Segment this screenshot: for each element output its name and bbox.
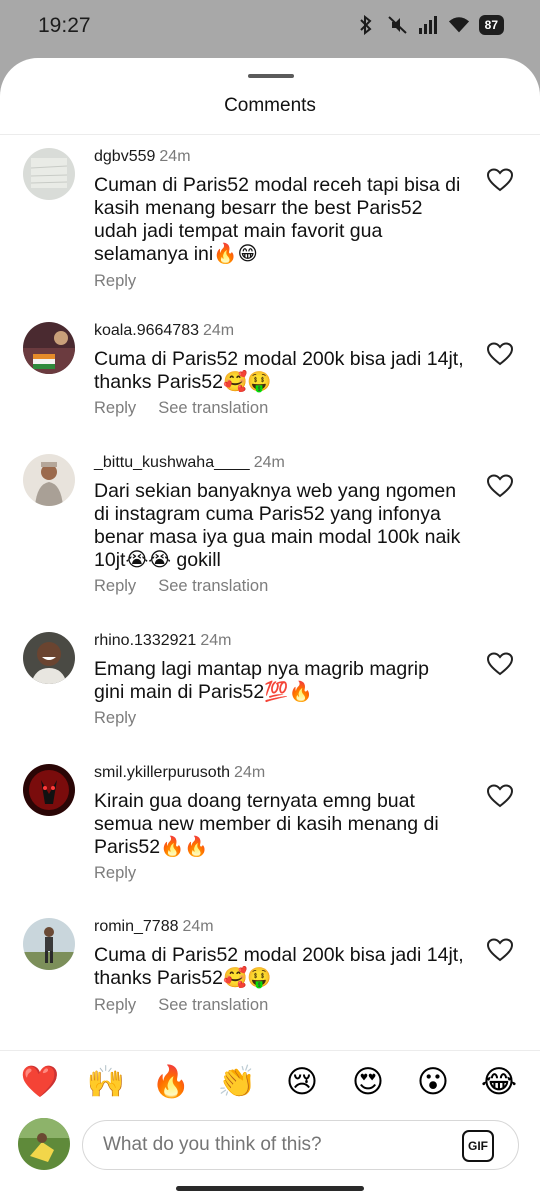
reaction-sad-emoji[interactable]: 😢 — [281, 1060, 323, 1104]
battery-icon: 87 — [478, 15, 504, 35]
avatar[interactable] — [23, 918, 75, 970]
comment-actions: Reply — [94, 272, 158, 291]
comment-actions: Reply See translation — [94, 577, 290, 596]
reaction-fire-emoji[interactable]: 🔥 — [150, 1060, 192, 1104]
comments-sheet: Comments dgbv559 24m Cuman di Paris52 mod… — [0, 58, 540, 1200]
comment-actions: Reply See translation — [94, 399, 290, 418]
screen: 19:27 87 Comments dgbv559 24m Cuman di P… — [0, 0, 540, 1200]
comment-username[interactable]: dgbv559 — [94, 148, 155, 165]
mute-icon — [386, 13, 408, 37]
reaction-surprised-emoji[interactable]: 😮 — [412, 1060, 454, 1104]
status-icons: 87 — [355, 13, 504, 37]
comment-username[interactable]: koala.9664783 — [94, 322, 199, 339]
sheet-title: Comments — [224, 95, 316, 116]
home-indicator[interactable] — [176, 1186, 364, 1191]
comment-header: koala.9664783 24m — [94, 322, 234, 340]
reply-button[interactable]: Reply — [94, 577, 136, 595]
reaction-heart-eyes-emoji[interactable]: 😍 — [347, 1060, 389, 1104]
comment-actions: Reply — [94, 864, 158, 883]
reaction-laughing-emoji[interactable]: 😂 — [478, 1060, 520, 1104]
status-time: 19:27 — [38, 14, 91, 37]
like-heart-icon[interactable] — [487, 784, 513, 808]
avatar[interactable] — [23, 148, 75, 200]
reply-button[interactable]: Reply — [94, 996, 136, 1014]
reply-button[interactable]: Reply — [94, 399, 136, 417]
comment-text: Kirain gua doang ternyata emng buat semu… — [94, 790, 439, 858]
comment-header: smil.ykillerpurusoth 24m — [94, 764, 265, 782]
see-translation-button[interactable]: See translation — [158, 577, 268, 595]
comment-time: 24m — [182, 918, 214, 935]
avatar[interactable] — [23, 322, 75, 374]
comment-username[interactable]: rhino.1332921 — [94, 632, 196, 649]
wifi-icon — [448, 13, 470, 37]
comment-time: 24m — [200, 632, 232, 649]
comment-time: 24m — [202, 322, 235, 339]
comment-actions: Reply See translation — [94, 996, 290, 1015]
avatar[interactable] — [23, 632, 75, 684]
like-heart-icon[interactable] — [487, 342, 513, 366]
reaction-clap-emoji[interactable]: 👏 — [216, 1060, 258, 1104]
comment-username[interactable]: romin_7788 — [94, 918, 179, 935]
bluetooth-icon — [355, 13, 377, 37]
reaction-raised-hands-emoji[interactable]: 🙌 — [85, 1060, 127, 1104]
comment-header: romin_7788 24m — [94, 918, 214, 936]
comment-text: Cuman di Paris52 modal receh tapi bisa d… — [94, 174, 461, 265]
comment-time: 24m — [234, 764, 266, 781]
comment-text: Dari sekian banyaknya web yang ngomen di… — [94, 480, 461, 571]
comment-actions: Reply — [94, 709, 158, 728]
divider — [0, 1050, 540, 1051]
like-heart-icon[interactable] — [487, 938, 513, 962]
like-heart-icon[interactable] — [487, 168, 513, 192]
comment-input[interactable] — [103, 1134, 443, 1156]
see-translation-button[interactable]: See translation — [158, 996, 268, 1014]
reply-button[interactable]: Reply — [94, 864, 136, 882]
comment-username[interactable]: smil.ykillerpurusoth — [94, 764, 230, 781]
divider — [0, 134, 540, 135]
comment-text: Emang lagi mantap nya magrib magrip gini… — [94, 658, 429, 703]
comment-header: _bittu_kushwaha____ 24m — [94, 454, 285, 472]
quick-reactions-bar: ❤️ 🙌 🔥 👏 😢 😍 😮 😂 — [0, 1060, 540, 1106]
comment-input-field[interactable]: GIF — [82, 1120, 519, 1170]
drag-handle[interactable] — [248, 74, 294, 78]
comment-time: 24m — [159, 148, 191, 165]
comment-header: dgbv559 24m — [94, 148, 191, 166]
reaction-heart-emoji[interactable]: ❤️ — [19, 1060, 61, 1104]
reply-button[interactable]: Reply — [94, 709, 136, 727]
current-user-avatar — [18, 1118, 70, 1170]
comment-username[interactable]: _bittu_kushwaha____ — [94, 454, 250, 471]
like-heart-icon[interactable] — [487, 652, 513, 676]
status-bar: 19:27 87 — [0, 0, 540, 56]
comment-header: rhino.1332921 24m — [94, 632, 231, 650]
like-heart-icon[interactable] — [487, 474, 513, 498]
see-translation-button[interactable]: See translation — [158, 399, 268, 417]
avatar[interactable] — [23, 454, 75, 506]
reply-button[interactable]: Reply — [94, 272, 136, 290]
gif-button[interactable]: GIF — [462, 1130, 494, 1162]
avatar[interactable] — [23, 764, 75, 816]
signal-icon — [417, 13, 439, 37]
comment-time: 24m — [253, 454, 285, 471]
comment-text: Cuma di Paris52 modal 200k bisa jadi 14j… — [94, 944, 464, 989]
comment-text: Cuma di Paris52 modal 200k bisa jadi 14j… — [94, 348, 464, 393]
